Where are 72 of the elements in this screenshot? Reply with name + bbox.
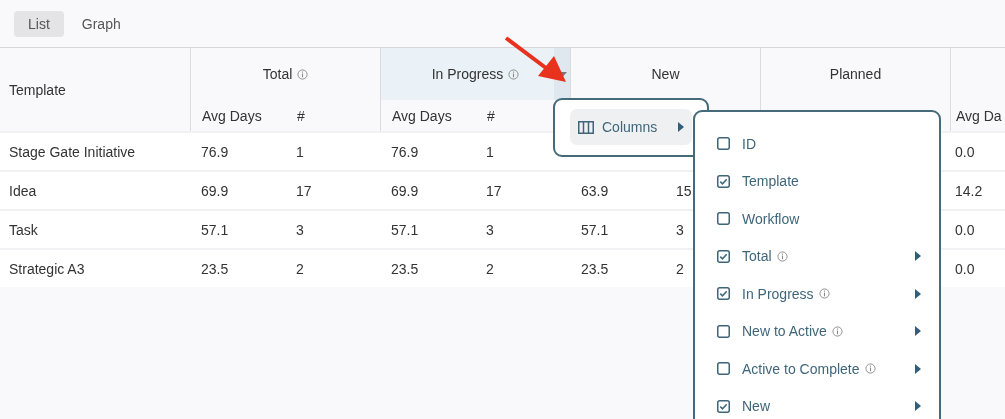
table-cell: 2: [676, 260, 684, 277]
table-cell: 17: [486, 182, 502, 199]
table-cell: 0.0: [955, 221, 975, 238]
menu-item[interactable]: In Progress: [717, 275, 921, 313]
column-header: #: [297, 107, 305, 124]
column-header: #: [487, 107, 495, 124]
table-cell: 23.5: [201, 260, 229, 277]
table-cell: 2: [296, 260, 304, 277]
info-icon: [508, 68, 520, 80]
column-header: Template: [9, 81, 66, 98]
info-icon: [776, 250, 788, 262]
table-cell: 1: [296, 143, 304, 160]
caret-icon: [915, 363, 921, 374]
checkbox[interactable]: [717, 324, 730, 338]
table-cell: 57.1: [201, 221, 229, 238]
column-group-label: New: [651, 66, 680, 82]
columns-icon: [578, 120, 594, 134]
checkbox[interactable]: [717, 212, 730, 226]
checkbox[interactable]: [717, 249, 730, 263]
menu-item[interactable]: New to Active: [717, 312, 921, 350]
info-icon: [864, 363, 876, 375]
caret-icon: [915, 288, 921, 299]
table-cell: 17: [296, 182, 312, 199]
caret-icon: [915, 401, 921, 412]
table-cell: 3: [296, 221, 304, 238]
table-cell: 23.5: [581, 260, 609, 277]
table-cell: 15: [676, 182, 692, 199]
column-header: Avg Days: [202, 107, 262, 124]
column-group-label: Total: [262, 66, 293, 82]
menu-item[interactable]: New: [717, 387, 921, 419]
view-tab[interactable]: List: [14, 10, 64, 37]
caret-icon: [915, 251, 921, 262]
info-icon: [818, 288, 830, 300]
checkbox[interactable]: [717, 399, 730, 413]
table-cell: Strategic A3: [9, 260, 85, 277]
column-header: Avg Days: [392, 107, 452, 124]
table-cell: 2: [486, 260, 494, 277]
info-icon: [297, 68, 309, 80]
table-cell: 57.1: [581, 221, 609, 238]
table-cell: 76.9: [391, 143, 419, 160]
caret-icon: [915, 326, 921, 337]
table-cell: Idea: [9, 182, 37, 199]
menu-item[interactable]: Columns: [570, 109, 692, 145]
table-cell: 0.0: [955, 143, 975, 160]
checkbox[interactable]: [717, 287, 730, 301]
table-cell: 0.0: [955, 260, 975, 277]
table-cell: 3: [676, 221, 684, 238]
menu-item[interactable]: Active to Complete: [717, 350, 921, 388]
table-cell: 23.5: [391, 260, 419, 277]
table-cell: 57.1: [391, 221, 419, 238]
table-cell: 76.9: [201, 143, 229, 160]
checkbox[interactable]: [717, 174, 730, 188]
column-header: Avg Da: [956, 107, 1002, 124]
table-cell: 3: [486, 221, 494, 238]
checkbox[interactable]: [717, 362, 730, 376]
table-cell: 69.9: [201, 182, 229, 199]
menu-item[interactable]: Template: [717, 162, 921, 200]
menu-item[interactable]: ID: [717, 125, 921, 163]
table-cell: 63.9: [581, 182, 609, 199]
table-cell: Task: [9, 221, 38, 238]
table-cell: 69.9: [391, 182, 419, 199]
table-cell: Stage Gate Initiative: [9, 143, 136, 160]
menu-item[interactable]: Total: [717, 237, 921, 275]
caret-icon: [678, 122, 684, 132]
view-tab[interactable]: Graph: [67, 10, 135, 37]
checkbox[interactable]: [717, 137, 730, 151]
info-icon: [831, 325, 843, 337]
table-cell: 14.2: [955, 182, 983, 199]
column-group-label: In Progress: [431, 66, 504, 82]
column-group-label: Planned: [829, 66, 882, 82]
menu-item[interactable]: Workflow: [717, 200, 921, 238]
table-cell: 1: [486, 143, 494, 160]
